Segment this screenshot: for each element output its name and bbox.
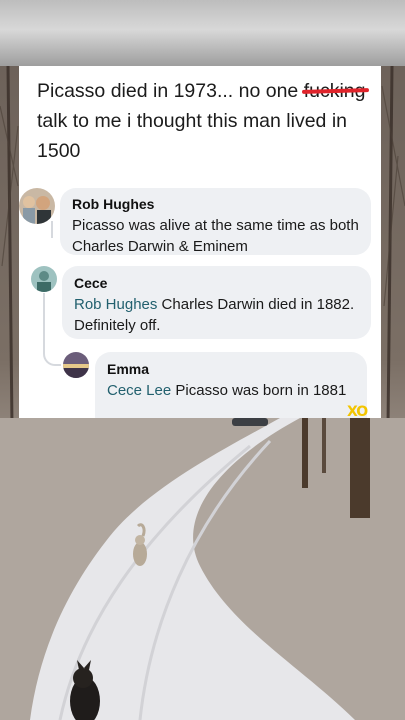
post-text-end: talk to me i thought this man lived in 1… [37, 110, 347, 162]
comment-text-body: Picasso was born in 1881 [171, 382, 347, 399]
thread-connector-emma [43, 352, 61, 366]
avatar-image [31, 266, 57, 292]
mention-link[interactable]: Rob Hughes [74, 296, 157, 313]
comment-text: Rob Hughes Charles Darwin died in 1882. … [74, 294, 359, 336]
post-text: Picasso died in 1973... no one fucking t… [37, 76, 372, 166]
comment-bubble[interactable]: Cece Rob Hughes Charles Darwin died in 1… [62, 266, 371, 339]
avatar-emma[interactable] [63, 352, 89, 378]
mention-link[interactable]: Cece Lee [107, 382, 171, 399]
thread-line-main [51, 221, 53, 238]
avatar-image [63, 352, 89, 378]
comment-author[interactable]: Cece [74, 274, 359, 292]
blurred-top-strip [0, 0, 405, 66]
avatar-cece[interactable] [31, 266, 57, 292]
censored-word: fucking [301, 76, 369, 106]
avatar-image [19, 188, 55, 224]
comment-text: Picasso was alive at the same time as bo… [72, 217, 359, 255]
avatar-rob-hughes[interactable] [19, 188, 55, 224]
post-text-start: Picasso died in 1973... no one [37, 80, 304, 102]
comment-bubble[interactable]: Emma Cece Lee Picasso was born in 1881 [95, 352, 367, 418]
comment-screenshot-card: Picasso died in 1973... no one fucking t… [19, 66, 381, 418]
comment-author[interactable]: Rob Hughes [72, 195, 359, 213]
watermark-logo: XO [347, 404, 368, 420]
comment-text: Cece Lee Picasso was born in 1881 [107, 380, 355, 401]
comment-bubble[interactable]: Rob Hughes Picasso was alive at the same… [60, 188, 371, 255]
thread-line-cece [43, 293, 45, 353]
comment-author[interactable]: Emma [107, 360, 355, 378]
